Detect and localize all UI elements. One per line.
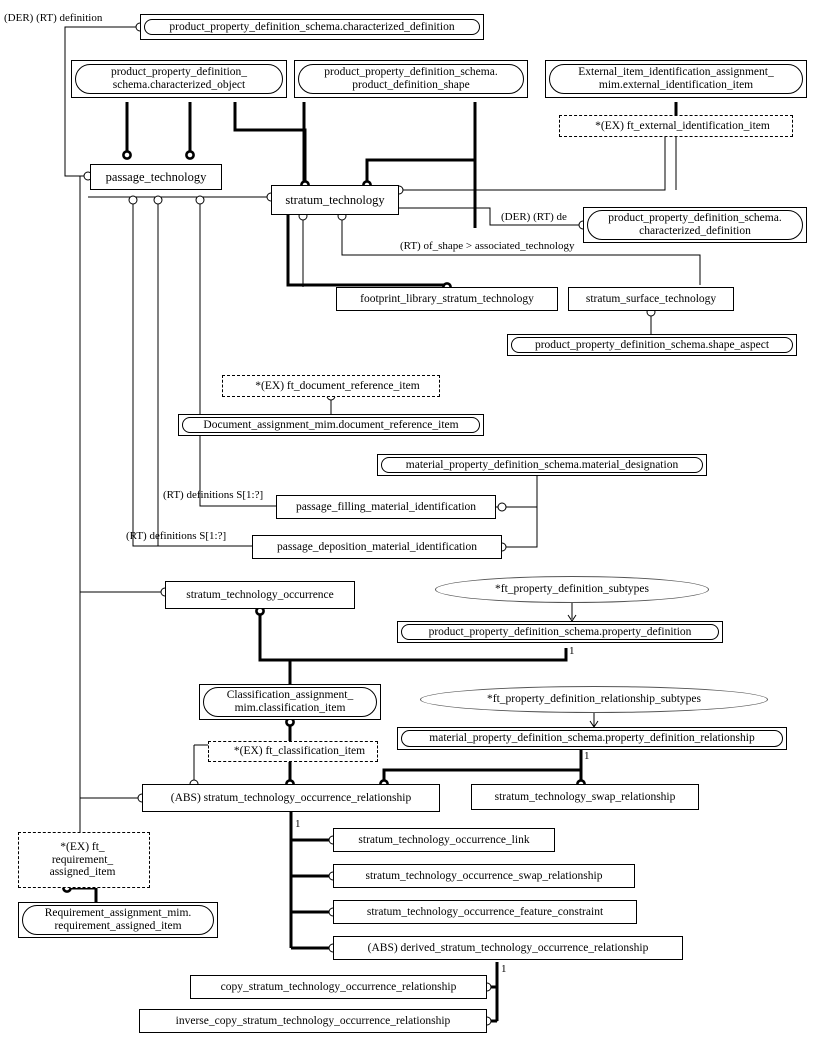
node-label: stratum_technology_occurrence_link	[358, 833, 530, 846]
node-ft-classification-item[interactable]: *(EX) ft_classification_item	[208, 741, 378, 762]
node-material-designation[interactable]: material_property_definition_schema.mate…	[377, 454, 707, 476]
node-passage-technology[interactable]: passage_technology	[90, 164, 222, 190]
node-stratum-technology-occurrence-swap-relationship[interactable]: stratum_technology_occurrence_swap_relat…	[333, 864, 635, 888]
node-inverse-copy-stratum-technology-occurrence-relationship[interactable]: inverse_copy_stratum_technology_occurren…	[139, 1009, 487, 1033]
node-ft-property-definition-relationship-subtypes[interactable]: *ft_property_definition_relationship_sub…	[420, 686, 768, 713]
node-label: material_property_definition_schema.prop…	[401, 730, 783, 747]
node-passage-filling-material-identification[interactable]: passage_filling_material_identification	[276, 495, 496, 519]
edge-label-definitions-deposition: (RT) definitions S[1:?]	[126, 530, 227, 542]
node-label: *(EX) ft_ requirement_ assigned_item	[49, 840, 116, 879]
node-property-definition[interactable]: product_property_definition_schema.prope…	[397, 621, 723, 643]
node-ft-external-identification-item[interactable]: *(EX) ft_external_identification_item	[559, 115, 793, 137]
node-external-identification-item[interactable]: External_item_identification_assignment_…	[545, 60, 807, 98]
node-label: Document_assignment_mim.document_referen…	[182, 416, 480, 434]
node-characterized-definition-2[interactable]: product_property_definition_schema. char…	[583, 207, 807, 243]
node-label: stratum_technology_occurrence_feature_co…	[366, 905, 604, 918]
express-g-diagram: product_property_definition_schema.chara…	[0, 0, 821, 1045]
node-characterized-definition[interactable]: product_property_definition_schema.chara…	[140, 14, 484, 40]
node-stratum-technology-swap-relationship[interactable]: stratum_technology_swap_relationship	[471, 784, 699, 810]
edge-label-definitions-filling: (RT) definitions S[1:?]	[163, 489, 264, 501]
cardinality-property-definition-relationship: 1	[584, 750, 590, 762]
node-label: Requirement_assignment_mim. requirement_…	[22, 905, 214, 935]
connector-layer	[62, 22, 701, 1026]
node-label: inverse_copy_stratum_technology_occurren…	[175, 1014, 451, 1027]
node-ft-property-definition-subtypes[interactable]: *ft_property_definition_subtypes	[435, 576, 709, 603]
node-label: *(EX) ft_external_identification_item	[595, 119, 770, 132]
node-label: stratum_technology_occurrence_swap_relat…	[365, 869, 603, 882]
node-label: External_item_identification_assignment_…	[549, 64, 803, 94]
node-label: product_property_definition_schema.shape…	[511, 336, 793, 354]
node-stratum-technology-occurrence-feature-constraint[interactable]: stratum_technology_occurrence_feature_co…	[333, 900, 637, 924]
edge-label-of-shape-associated-technology: (RT) of_shape > associated_technology	[400, 240, 575, 252]
cardinality-abs-occurrence-relationship: 1	[295, 818, 301, 830]
node-abs-stratum-technology-occurrence-relationship[interactable]: (ABS) stratum_technology_occurrence_rela…	[142, 784, 440, 812]
node-label: product_property_definition_schema.prope…	[401, 623, 719, 641]
node-stratum-technology-occurrence[interactable]: stratum_technology_occurrence	[165, 581, 355, 609]
node-label: product_property_definition_schema.chara…	[144, 18, 480, 36]
node-characterized-object[interactable]: product_property_definition_ schema.char…	[71, 60, 287, 98]
node-label: stratum_technology_occurrence	[186, 588, 334, 601]
node-label: *ft_property_definition_relationship_sub…	[487, 693, 701, 706]
node-label: (ABS) stratum_technology_occurrence_rela…	[170, 791, 412, 804]
node-footprint-library-stratum-technology[interactable]: footprint_library_stratum_technology	[336, 287, 558, 311]
node-shape-aspect[interactable]: product_property_definition_schema.shape…	[507, 334, 797, 356]
node-label: stratum_surface_technology	[585, 292, 717, 305]
node-copy-stratum-technology-occurrence-relationship[interactable]: copy_stratum_technology_occurrence_relat…	[190, 975, 487, 999]
node-ft-requirement-assigned-item[interactable]: *(EX) ft_ requirement_ assigned_item	[18, 832, 150, 888]
node-label: product_property_definition_schema. char…	[587, 210, 803, 240]
node-ft-document-reference-item[interactable]: *(EX) ft_document_reference_item	[222, 375, 440, 397]
node-label: material_property_definition_schema.mate…	[381, 456, 703, 474]
node-label: passage_deposition_material_identificati…	[277, 540, 477, 553]
edge-label-der-rt-definition-2: (DER) (RT) de	[501, 211, 567, 223]
node-product-definition-shape[interactable]: product_property_definition_schema. prod…	[294, 60, 528, 98]
cardinality-derived-relationship: 1	[501, 963, 507, 975]
node-label: product_property_definition_ schema.char…	[75, 64, 283, 94]
node-stratum-surface-technology[interactable]: stratum_surface_technology	[568, 287, 734, 311]
node-passage-deposition-material-identification[interactable]: passage_deposition_material_identificati…	[252, 535, 502, 559]
node-label: passage_filling_material_identification	[295, 500, 477, 513]
node-stratum-technology[interactable]: stratum_technology	[271, 185, 399, 215]
node-property-definition-relationship[interactable]: material_property_definition_schema.prop…	[397, 727, 787, 750]
edge-label-der-rt-definition: (DER) (RT) definition	[4, 12, 103, 24]
node-document-reference-item[interactable]: Document_assignment_mim.document_referen…	[178, 414, 484, 436]
node-abs-derived-stratum-technology-occurrence-relationship[interactable]: (ABS) derived_stratum_technology_occurre…	[333, 936, 683, 960]
node-label: stratum_technology_swap_relationship	[494, 790, 676, 803]
node-label: footprint_library_stratum_technology	[360, 292, 534, 305]
node-label: passage_technology	[105, 170, 207, 184]
node-label: (ABS) derived_stratum_technology_occurre…	[367, 941, 649, 954]
node-label: *ft_property_definition_subtypes	[495, 583, 649, 596]
node-label: stratum_technology	[285, 193, 385, 207]
node-label: *(EX) ft_document_reference_item	[255, 379, 420, 392]
node-label: *(EX) ft_classification_item	[233, 745, 366, 758]
node-requirement-assigned-item[interactable]: Requirement_assignment_mim. requirement_…	[18, 902, 218, 938]
cardinality-property-definition: 1	[569, 645, 575, 657]
node-label: copy_stratum_technology_occurrence_relat…	[220, 980, 457, 993]
node-label: product_property_definition_schema. prod…	[298, 64, 524, 94]
node-label: Classification_assignment_ mim.classific…	[203, 687, 377, 717]
node-classification-item[interactable]: Classification_assignment_ mim.classific…	[199, 684, 381, 720]
node-stratum-technology-occurrence-link[interactable]: stratum_technology_occurrence_link	[333, 828, 555, 852]
